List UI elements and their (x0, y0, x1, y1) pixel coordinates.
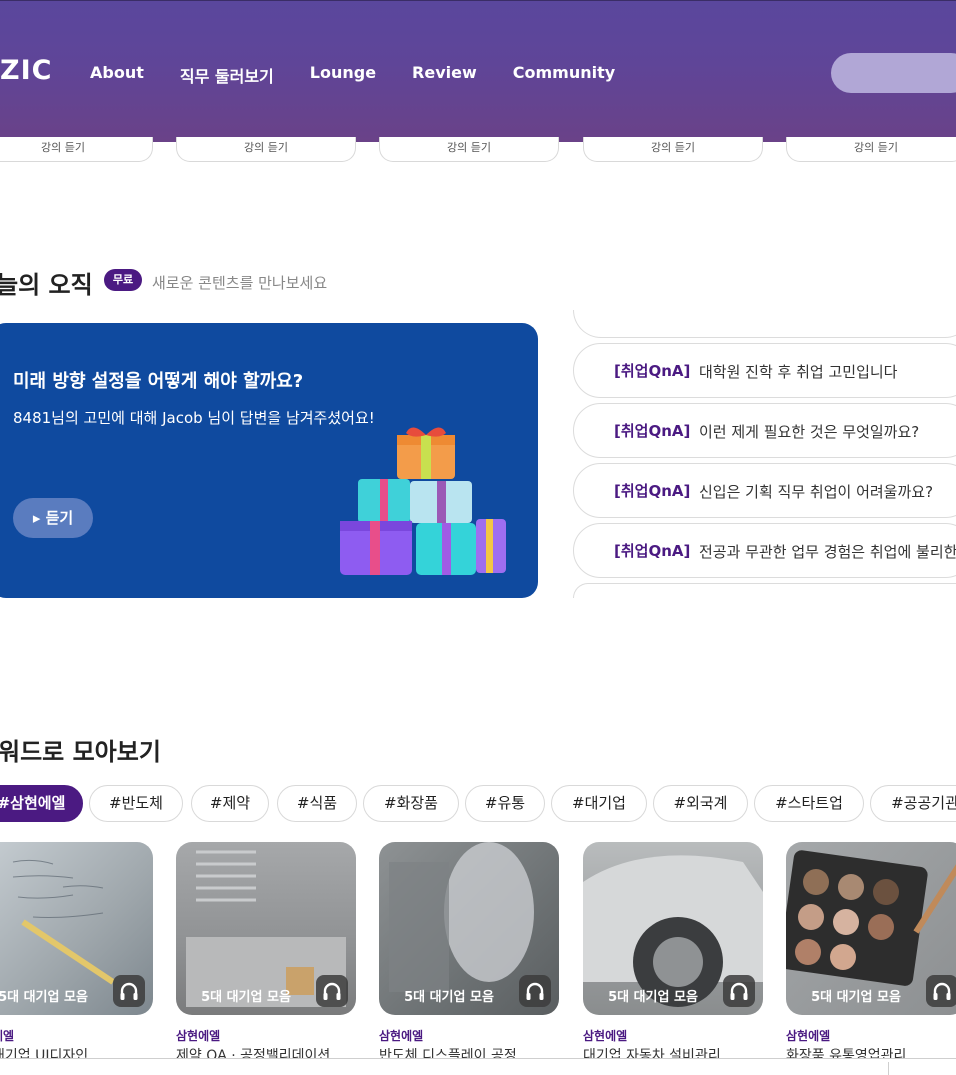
gift-boxes-illustration (340, 427, 506, 575)
nav-jobs[interactable]: 직무 둘러보기 (180, 63, 274, 87)
today-section-title: 늘의 오직 (0, 271, 93, 299)
qna-list-item[interactable] (573, 583, 956, 598)
qna-list-item[interactable]: [취업QnA] 신입은 기획 직무 취업이 어려울까요? (573, 463, 956, 518)
site-header: ZIC About 직무 둘러보기 Lounge Review Communit… (0, 0, 956, 142)
nav-review[interactable]: Review (412, 63, 477, 87)
lecture-listen-button[interactable]: 강의 듣기 (379, 137, 559, 162)
headphones-icon[interactable] (723, 975, 755, 1007)
keyword-chip[interactable]: #반도체 (89, 785, 183, 822)
content-card-image[interactable]: 5대 대기업 모음 (176, 842, 356, 1015)
qna-list-item[interactable]: [취업QnA] 이런 제게 필요한 것은 무엇일까요? (573, 403, 956, 458)
nav-community[interactable]: Community (513, 63, 615, 87)
qna-text: 전공과 무관한 업무 경험은 취업에 불리한 (699, 543, 956, 561)
qna-text: 이런 제게 필요한 것은 무엇일까요? (699, 423, 920, 441)
card-badge: 5대 대기업 모음 (811, 990, 901, 1005)
headphones-icon[interactable] (316, 975, 348, 1007)
qna-tag: [취업QnA] (614, 362, 691, 380)
featured-card-title: 미래 방향 설정을 어떻게 해야 할까요? (13, 371, 304, 392)
card-badge: 5대 대기업 모음 (0, 990, 88, 1005)
nav-lounge[interactable]: Lounge (310, 63, 376, 87)
nav-about[interactable]: About (90, 63, 144, 87)
qna-text: 대학원 진학 후 취업 고민입니다 (699, 363, 898, 381)
keyword-chip[interactable]: #식품 (277, 785, 357, 822)
headphones-icon[interactable] (926, 975, 956, 1007)
card-badge: 5대 대기업 모음 (404, 990, 494, 1005)
card-badge: 5대 대기업 모음 (608, 990, 698, 1005)
keyword-chip[interactable]: #스타트업 (754, 785, 864, 822)
card-company: 삼현에엘 (786, 1029, 831, 1043)
keyword-chip[interactable]: #유통 (465, 785, 545, 822)
lecture-listen-button[interactable]: 강의 듣기 (176, 137, 356, 162)
card-badge: 5대 대기업 모음 (201, 990, 291, 1005)
card-company: 삼현에엘 (379, 1029, 424, 1043)
qna-list-item[interactable]: [취업QnA] 전공과 무관한 업무 경험은 취업에 불리한 (573, 523, 956, 578)
content-card-image[interactable]: 5대 대기업 모음 (379, 842, 559, 1015)
qna-list-item[interactable]: [취업QnA] 대학원 진학 후 취업 고민입니다 (573, 343, 956, 398)
keyword-chip[interactable]: #외국계 (653, 785, 748, 822)
qna-list-item[interactable] (573, 310, 956, 338)
search-input[interactable] (831, 53, 956, 93)
headphones-icon[interactable] (519, 975, 551, 1007)
card-company: 삼현에엘 (583, 1029, 628, 1043)
lecture-listen-button[interactable]: 강의 듣기 (786, 137, 956, 162)
content-card-image[interactable]: 5대 대기업 모음 (583, 842, 763, 1015)
lecture-listen-button[interactable]: 강의 듣기 (0, 137, 153, 162)
site-logo[interactable]: ZIC (0, 55, 52, 86)
floating-widget[interactable] (888, 1062, 956, 1075)
today-section-subtitle: 새로운 콘텐츠를 만나보세요 (152, 274, 328, 292)
keyword-chip[interactable]: #대기업 (551, 785, 647, 822)
card-company: 에엘 (0, 1029, 15, 1043)
qna-tag: [취업QnA] (614, 422, 691, 440)
qna-tag: [취업QnA] (614, 542, 691, 560)
content-card-image[interactable]: 5대 대기업 모음 (786, 842, 956, 1015)
free-badge: 무료 (104, 269, 142, 291)
card-company: 삼현에엘 (176, 1029, 221, 1043)
featured-qna-card[interactable]: 미래 방향 설정을 어떻게 해야 할까요? 8481님의 고민에 대해 Jaco… (0, 323, 538, 598)
keyword-section-title: 워드로 모아보기 (0, 738, 161, 766)
keyword-chip[interactable]: #제약 (191, 785, 269, 822)
keyword-chip[interactable]: #삼현에엘 (0, 785, 83, 822)
listen-button[interactable]: ▸ 듣기 (13, 498, 93, 538)
featured-card-description: 8481님의 고민에 대해 Jacob 님이 답변을 남겨주셨어요! (13, 409, 375, 427)
main-nav: About 직무 둘러보기 Lounge Review Community (90, 63, 651, 87)
headphones-icon[interactable] (113, 975, 145, 1007)
qna-text: 신입은 기획 직무 취업이 어려울까요? (699, 483, 934, 501)
bottom-bar (0, 1058, 956, 1075)
content-card-image[interactable]: 5대 대기업 모음 (0, 842, 153, 1015)
qna-tag: [취업QnA] (614, 482, 691, 500)
lecture-listen-button[interactable]: 강의 듣기 (583, 137, 763, 162)
keyword-chip[interactable]: #화장품 (363, 785, 459, 822)
keyword-chip[interactable]: #공공기관 (870, 785, 956, 822)
